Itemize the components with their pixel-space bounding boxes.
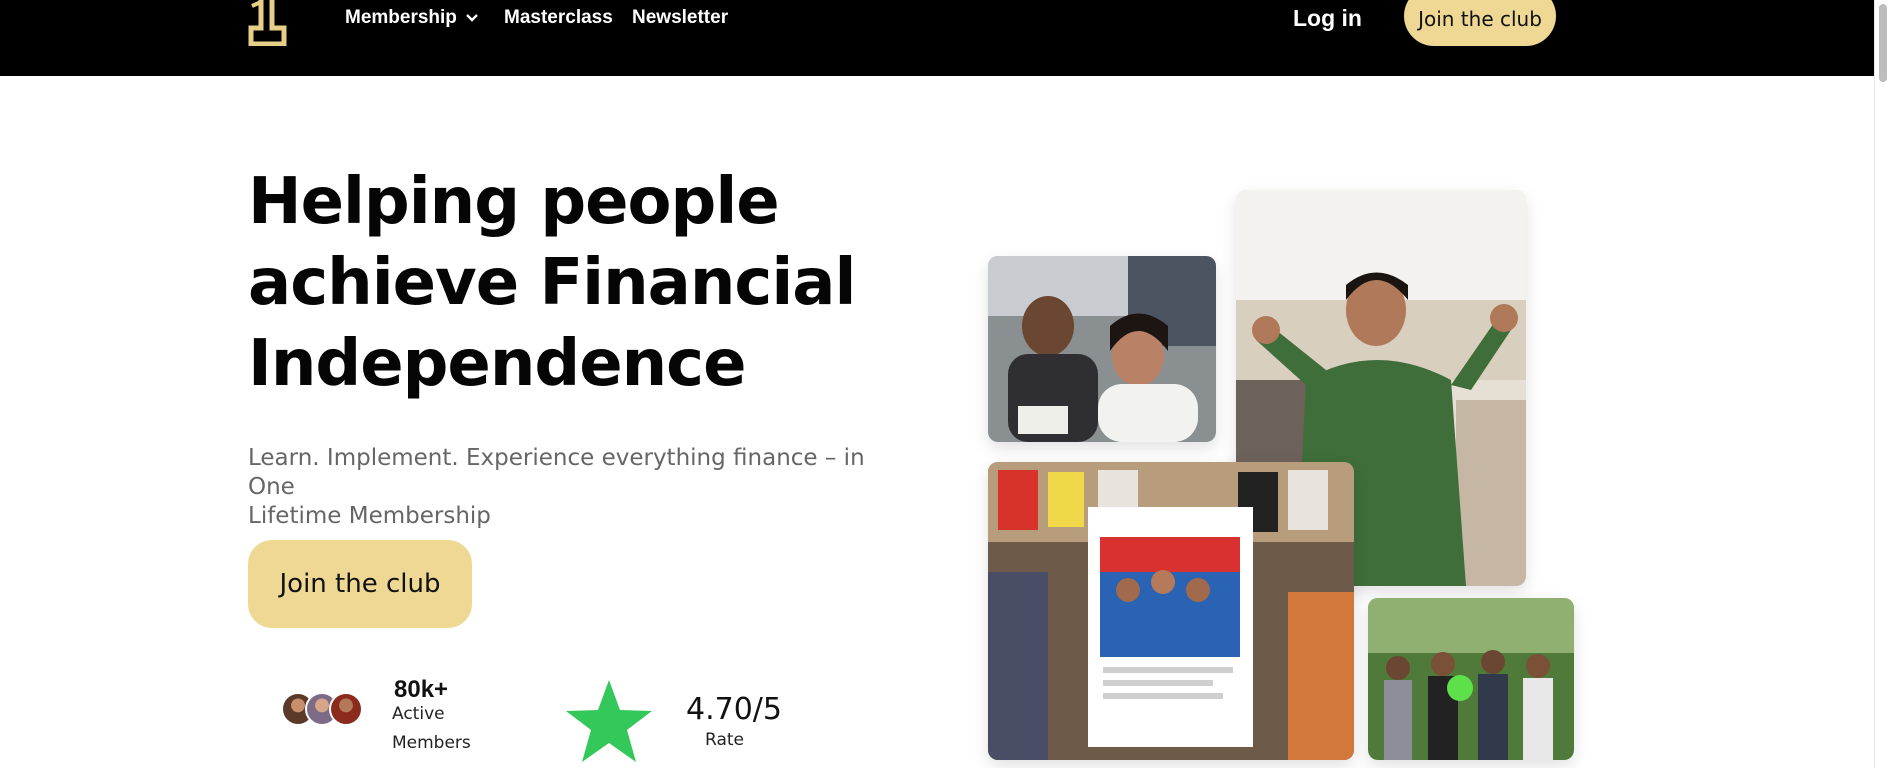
members-label-line: Active	[392, 704, 445, 724]
chevron-down-icon	[466, 14, 478, 22]
nav-masterclass-label: Masterclass	[504, 7, 613, 28]
community-photo-outdoor	[1368, 598, 1574, 760]
header-join-label: Join the club	[1418, 7, 1542, 31]
login-link[interactable]: Log in	[1293, 0, 1362, 36]
nav-masterclass[interactable]: Masterclass	[504, 0, 613, 36]
star-icon	[566, 680, 652, 762]
scrollbar-track[interactable]	[1874, 0, 1892, 768]
hero-subtitle-line: Learn. Implement. Experience everything …	[248, 445, 865, 500]
nav-newsletter-label: Newsletter	[632, 7, 729, 28]
hero-subtitle: Learn. Implement. Experience everything …	[248, 444, 888, 531]
members-label-line: Members	[392, 733, 471, 753]
scrollbar-thumb[interactable]	[1879, 4, 1887, 82]
hero-join-label: Join the club	[279, 569, 441, 599]
hero-title: Helping people achieve Financial Indepen…	[248, 162, 868, 405]
community-photo-group-frame	[988, 462, 1354, 760]
community-photo-workshop	[988, 256, 1216, 442]
top-navigation-bar: Membership Masterclass Newsletter Log in…	[0, 0, 1874, 76]
hero-subtitle-line: Lifetime Membership	[248, 503, 491, 529]
hero-title-line: achieve Financial	[248, 246, 856, 320]
nav-membership-label: Membership	[345, 7, 457, 28]
rating-value: 4.70/5	[686, 692, 782, 727]
hero-join-button[interactable]: Join the club	[248, 540, 472, 628]
nav-membership[interactable]: Membership	[345, 0, 479, 36]
header-join-button[interactable]: Join the club	[1404, 0, 1556, 46]
nav-newsletter[interactable]: Newsletter	[632, 0, 728, 36]
member-avatars	[281, 692, 363, 726]
rating-label: Rate	[705, 730, 744, 750]
brand-logo-icon[interactable]	[248, 0, 288, 47]
hero-title-line: Helping people	[248, 165, 780, 239]
avatar	[329, 692, 363, 726]
hero-title-line: Independence	[248, 327, 747, 401]
